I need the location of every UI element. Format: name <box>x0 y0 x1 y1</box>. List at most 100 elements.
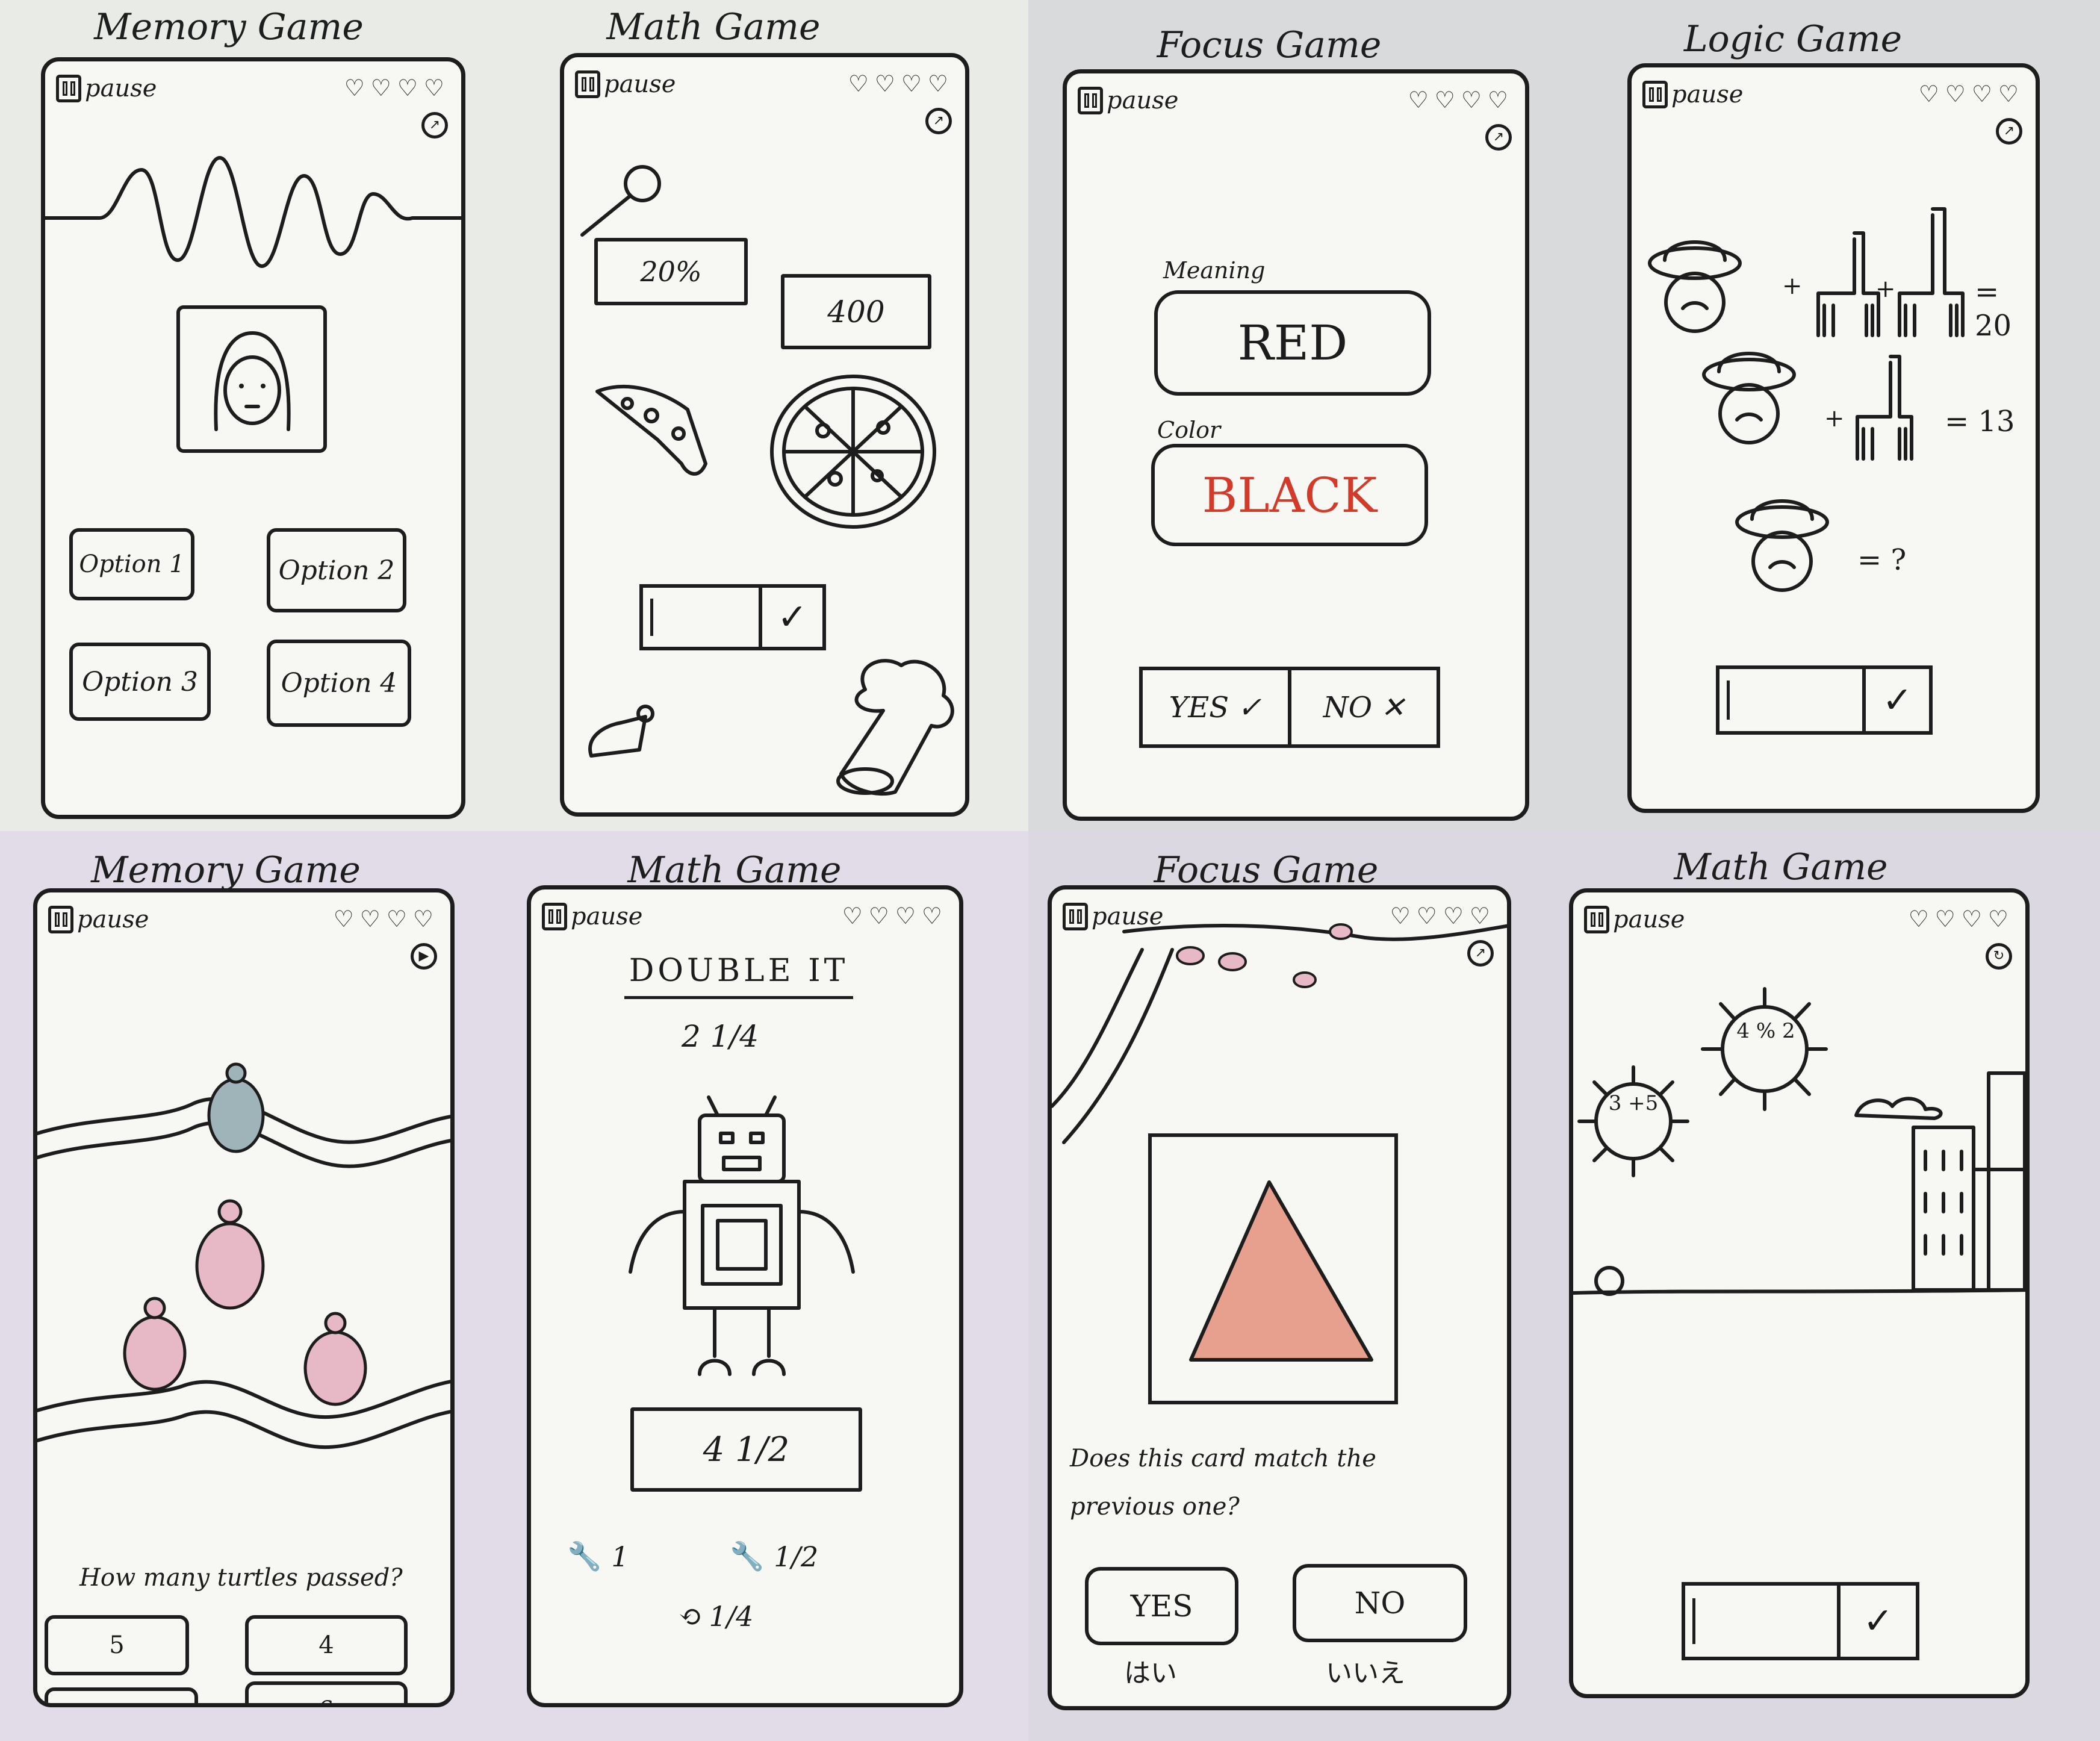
whole-pizza-icon <box>770 375 936 529</box>
screen-title: Memory Game <box>91 849 361 891</box>
color-label: Color <box>1157 417 1221 443</box>
logic-game-phone: pause ♡♡♡♡ ↗ + + = 20 + = 13 = ? ✓ <box>1627 63 2040 813</box>
option-3-button[interactable]: Option 3 <box>69 643 211 721</box>
hint-quarter[interactable]: ⟲ 1/4 <box>679 1600 754 1633</box>
pause-button[interactable]: pause <box>575 70 676 98</box>
hint-wrench[interactable]: 🔧 1 <box>567 1540 629 1573</box>
pause-icon <box>1078 87 1103 114</box>
answer-input[interactable]: ✓ <box>1682 1582 1919 1660</box>
percent-card: 20% <box>594 238 748 305</box>
option-4-button[interactable]: Option 4 <box>267 640 411 727</box>
quadrant-bottom-right: Focus Game pause ♡♡♡♡ ↗ Does this card m… <box>1028 831 2100 1741</box>
lives-hearts: ♡♡♡♡ <box>1390 903 1496 929</box>
pause-button[interactable]: pause <box>1078 87 1178 114</box>
given-number: 2 1/4 <box>682 1019 759 1054</box>
small-wrench-icon: 🔧 <box>730 1540 765 1572</box>
cross-icon: ✕ <box>1381 690 1405 724</box>
answer-4-button[interactable]: 4 <box>245 1615 408 1675</box>
hat-man-icon <box>1735 499 1829 592</box>
pause-button[interactable]: pause <box>48 906 149 933</box>
quadrant-top-right: Focus Game pause ♡♡♡♡ ↗ Meaning RED Colo… <box>1028 0 2100 831</box>
pause-icon <box>48 906 73 933</box>
pause-icon <box>56 75 81 102</box>
answer-3-button[interactable]: 3 <box>45 1687 198 1703</box>
no-button[interactable]: NO <box>1293 1564 1467 1642</box>
hat-man-icon <box>1702 352 1796 444</box>
lives-hearts: ♡♡♡♡ <box>344 75 450 101</box>
sea-scene <box>37 1062 450 1450</box>
no-japanese-label: いいえ <box>1326 1658 1405 1689</box>
equation-2-result: = 13 <box>1945 405 2015 438</box>
submit-check-button[interactable]: ✓ <box>1841 1586 1916 1657</box>
face-icon <box>214 331 291 431</box>
lives-hearts: ♡♡♡♡ <box>848 70 954 97</box>
memory-game-phone: pause ♡♡♡♡ ↗ Option 1 Option 2 Option 3 … <box>41 57 465 819</box>
total-card: 400 <box>781 274 931 349</box>
pause-button[interactable]: pause <box>542 903 642 930</box>
pause-button[interactable]: pause <box>1584 906 1685 933</box>
answer-field[interactable] <box>1685 1586 1841 1657</box>
hint-half-wrench[interactable]: 🔧 1/2 <box>730 1540 818 1573</box>
meaning-word-card: RED <box>1154 290 1431 396</box>
option-2-button[interactable]: Option 2 <box>267 528 406 612</box>
stopwatch-icon: ↗ <box>925 108 952 134</box>
equation-3-result: = ? <box>1857 543 1907 577</box>
answer-input[interactable]: ✓ <box>1716 665 1933 735</box>
answer-6-button[interactable]: 6 <box>245 1681 408 1703</box>
pause-button[interactable]: pause <box>1063 903 1163 930</box>
focus-game-phone: pause ♡♡♡♡ ↗ Meaning RED Color BLACK YES… <box>1063 69 1529 821</box>
submit-check-button[interactable]: ✓ <box>1866 669 1929 731</box>
question-text: Does this card match the previous one? <box>1070 1445 1376 1521</box>
pause-icon <box>1063 903 1088 930</box>
question-text: How many turtles passed? <box>79 1564 403 1592</box>
answer-input[interactable]: ✓ <box>639 584 826 650</box>
stopwatch-icon: ↗ <box>421 112 448 139</box>
answer-field[interactable] <box>1719 669 1866 731</box>
spiral-icon: ⟲ <box>679 1600 702 1633</box>
yes-no-buttons: YES ✓ NO ✕ <box>1139 667 1440 748</box>
submit-check-button[interactable]: ✓ <box>762 588 822 647</box>
yes-japanese-label: はい <box>1124 1658 1177 1689</box>
answer-display[interactable]: 4 1/2 <box>630 1407 862 1492</box>
answer-field[interactable] <box>643 588 762 647</box>
lives-hearts: ♡♡♡♡ <box>842 903 948 929</box>
stopwatch-icon: ↻ <box>1986 943 2012 970</box>
math-game-pizza-phone: pause ♡♡♡♡ ↗ 20% 400 ✓ <box>560 53 969 817</box>
virus-1-expression[interactable]: 4 % 2 <box>1736 1019 1796 1043</box>
stopwatch-icon: ↗ <box>1996 118 2022 145</box>
pause-icon <box>542 903 567 930</box>
quadrant-top-left: Memory Game pause ♡♡♡♡ ↗ Option 1 Option… <box>0 0 1028 831</box>
screen-title: Memory Game <box>94 6 364 48</box>
spoon-icon <box>580 165 661 237</box>
shape-card <box>1148 1133 1398 1404</box>
pause-icon <box>1642 81 1668 108</box>
math-game-double-phone: pause ♡♡♡♡ DOUBLE IT 2 1/4 4 1/2 🔧 1 🔧 1… <box>527 885 963 1707</box>
sound-wave <box>45 156 461 268</box>
stopwatch-icon: ▶ <box>411 943 437 970</box>
option-1-button[interactable]: Option 1 <box>69 528 194 600</box>
wrench-icon: 🔧 <box>567 1540 602 1572</box>
pause-icon <box>575 70 600 98</box>
lives-hearts: ♡♡♡♡ <box>333 906 440 932</box>
virus-2-expression[interactable]: 3 +5 <box>1603 1091 1664 1115</box>
screen-title: Math Game <box>606 6 821 48</box>
pause-icon <box>1584 906 1609 933</box>
stopwatch-icon: ↗ <box>1467 940 1494 967</box>
answer-5-button[interactable]: 5 <box>45 1615 189 1675</box>
yes-button[interactable]: YES ✓ <box>1143 670 1291 744</box>
triangle-shape <box>1189 1180 1373 1362</box>
math-game-virus-phone: pause ♡♡♡♡ ↻ 4 % 2 3 +5 ✓ <box>1569 888 2030 1698</box>
yes-button[interactable]: YES <box>1085 1567 1238 1645</box>
robot-icon <box>629 1095 855 1376</box>
pause-button[interactable]: pause <box>1642 81 1743 108</box>
lives-hearts: ♡♡♡♡ <box>1908 906 2015 932</box>
screen-title: Logic Game <box>1683 18 1903 60</box>
lives-hearts: ♡♡♡♡ <box>1918 81 2025 107</box>
pause-button[interactable]: pause <box>56 75 157 102</box>
hat-man-icon <box>1648 240 1742 333</box>
small-giraffe-icon <box>1856 355 1913 461</box>
no-button[interactable]: NO ✕ <box>1291 670 1437 744</box>
color-word: BLACK <box>1202 467 1378 523</box>
tall-giraffe-icon <box>1898 207 1965 337</box>
screen-title: Math Game <box>1674 846 1888 888</box>
